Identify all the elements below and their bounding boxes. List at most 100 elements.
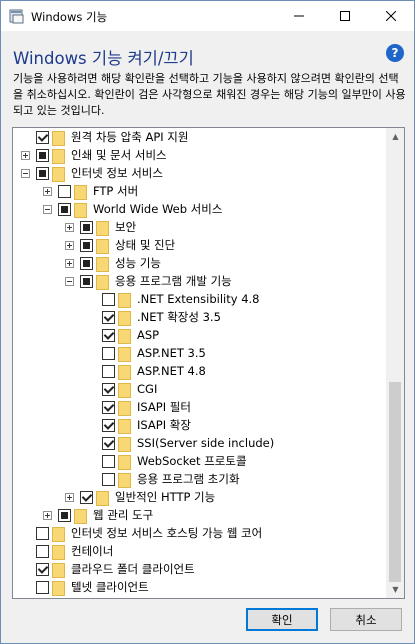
feature-checkbox[interactable] (80, 220, 93, 234)
tree-item[interactable]: .NET 확장성 3.5 (87, 308, 221, 326)
ok-button[interactable]: 확인 (246, 608, 318, 631)
tree-item[interactable]: 클라우드 폴더 클라이언트 (21, 560, 195, 578)
feature-checkbox[interactable] (102, 328, 115, 342)
feature-checkbox[interactable] (102, 382, 115, 396)
folder-icon (118, 381, 133, 398)
close-icon (386, 11, 396, 21)
folder-icon (118, 399, 133, 416)
folder-icon (52, 129, 67, 146)
folder-icon (118, 363, 133, 380)
tree-item[interactable]: 일반적인 HTTP 기능 (65, 488, 215, 506)
tree-item-label: ISAPI 확장 (137, 418, 191, 432)
tree-item[interactable]: 원격 차등 압축 API 지원 (21, 128, 188, 146)
maximize-button[interactable] (322, 1, 368, 31)
tree-item[interactable]: ASP (87, 326, 159, 344)
tree-item[interactable]: World Wide Web 서비스 (43, 200, 222, 218)
tree-item-label: 상태 및 진단 (115, 238, 176, 252)
feature-checkbox[interactable] (102, 400, 115, 414)
tree-item[interactable]: 성능 기능 (65, 254, 161, 272)
tree-item[interactable]: FTP 서버 (43, 182, 138, 200)
page-heading: Windows 기능 켜기/끄기 (13, 49, 194, 68)
tree-item[interactable]: ISAPI 필터 (87, 398, 191, 416)
help-icon[interactable]: ? (386, 44, 404, 62)
feature-checkbox[interactable] (36, 544, 49, 558)
close-button[interactable] (368, 1, 414, 31)
tree-item-label: 보안 (115, 220, 137, 234)
collapse-minus-icon[interactable] (65, 276, 74, 286)
tree-item[interactable]: ASP.NET 4.8 (87, 362, 206, 380)
minimize-button[interactable] (276, 1, 322, 31)
feature-checkbox[interactable] (102, 346, 115, 360)
tree-item[interactable]: 상태 및 진단 (65, 236, 175, 254)
feature-checkbox[interactable] (102, 472, 115, 486)
scrollbar-thumb[interactable] (389, 382, 401, 582)
feature-checkbox[interactable] (36, 526, 49, 540)
collapse-minus-icon[interactable] (21, 168, 30, 178)
feature-checkbox[interactable] (36, 166, 49, 180)
tree-item[interactable]: CGI (87, 380, 157, 398)
feature-checkbox[interactable] (36, 130, 49, 144)
feature-checkbox[interactable] (102, 454, 115, 468)
feature-checkbox[interactable] (80, 274, 93, 288)
feature-checkbox[interactable] (102, 418, 115, 432)
feature-checkbox[interactable] (36, 148, 49, 162)
feature-checkbox[interactable] (102, 436, 115, 450)
folder-icon (74, 507, 89, 524)
tree-item[interactable]: 웹 관리 도구 (43, 506, 153, 524)
feature-checkbox[interactable] (80, 238, 93, 252)
expand-plus-icon[interactable] (21, 150, 30, 160)
tree-item[interactable]: 응용 프로그램 초기화 (87, 470, 240, 488)
scroll-up-arrow-icon[interactable]: ▲ (387, 128, 404, 145)
cancel-button[interactable]: 취소 (330, 608, 402, 631)
tree-item-label: FTP 서버 (93, 184, 139, 198)
tree-item[interactable]: 보안 (65, 218, 136, 236)
feature-checkbox[interactable] (58, 508, 71, 522)
tree-item[interactable]: .NET Extensibility 4.8 (87, 290, 259, 308)
tree-item-label: ASP.NET 3.5 (137, 346, 206, 360)
tree-item[interactable]: ASP.NET 3.5 (87, 344, 206, 362)
folder-icon (52, 543, 67, 560)
expand-plus-icon[interactable] (65, 492, 74, 502)
folder-icon (96, 489, 111, 506)
tree-item[interactable]: ISAPI 확장 (87, 416, 191, 434)
tree-item-label: 인쇄 및 문서 서비스 (71, 148, 167, 162)
tree-item[interactable]: 응용 프로그램 개발 기능 (65, 272, 232, 290)
folder-icon (118, 435, 133, 452)
tree-item-label: WebSocket 프로토콜 (137, 454, 247, 468)
feature-checkbox[interactable] (36, 580, 49, 594)
tree-item[interactable]: SSI(Server side include) (87, 434, 274, 452)
tree-item[interactable]: 텔넷 클라이언트 (21, 578, 149, 596)
feature-checkbox[interactable] (102, 292, 115, 306)
expand-plus-icon[interactable] (65, 222, 74, 232)
folder-icon (118, 345, 133, 362)
tree-item-label: 일반적인 HTTP 기능 (115, 490, 216, 504)
feature-checkbox[interactable] (58, 184, 71, 198)
folder-icon (118, 309, 133, 326)
tree-item[interactable]: 인쇄 및 문서 서비스 (21, 146, 167, 164)
collapse-minus-icon[interactable] (43, 204, 52, 214)
tree-item[interactable]: 인터넷 정보 서비스 (21, 164, 163, 182)
tree-item[interactable]: WebSocket 프로토콜 (87, 452, 247, 470)
expand-plus-icon[interactable] (65, 240, 74, 250)
tree-item-label: 응용 프로그램 개발 기능 (115, 274, 232, 288)
expand-plus-icon[interactable] (43, 510, 52, 520)
tree-item-label: ASP (137, 328, 160, 342)
feature-checkbox[interactable] (102, 310, 115, 324)
expand-plus-icon[interactable] (65, 258, 74, 268)
windows-features-app-icon (9, 8, 25, 24)
expand-plus-icon[interactable] (43, 186, 52, 196)
tree-item[interactable]: 인터넷 정보 서비스 호스팅 가능 웹 코어 (21, 524, 262, 542)
tree-item[interactable]: 컨테이너 (21, 542, 113, 560)
feature-checkbox[interactable] (58, 202, 71, 216)
feature-checkbox[interactable] (80, 256, 93, 270)
scroll-down-arrow-icon[interactable]: ▼ (387, 581, 404, 598)
feature-checkbox[interactable] (102, 364, 115, 378)
vertical-scrollbar[interactable]: ▲ ▼ (386, 128, 404, 598)
tree-item-label: 클라우드 폴더 클라이언트 (71, 562, 195, 576)
title-bar: Windows 기능 (1, 1, 414, 31)
feature-checkbox[interactable] (36, 562, 49, 576)
folder-icon (52, 525, 67, 542)
feature-checkbox[interactable] (80, 490, 93, 504)
folder-icon (96, 237, 111, 254)
tree-item-label: .NET 확장성 3.5 (137, 310, 221, 324)
